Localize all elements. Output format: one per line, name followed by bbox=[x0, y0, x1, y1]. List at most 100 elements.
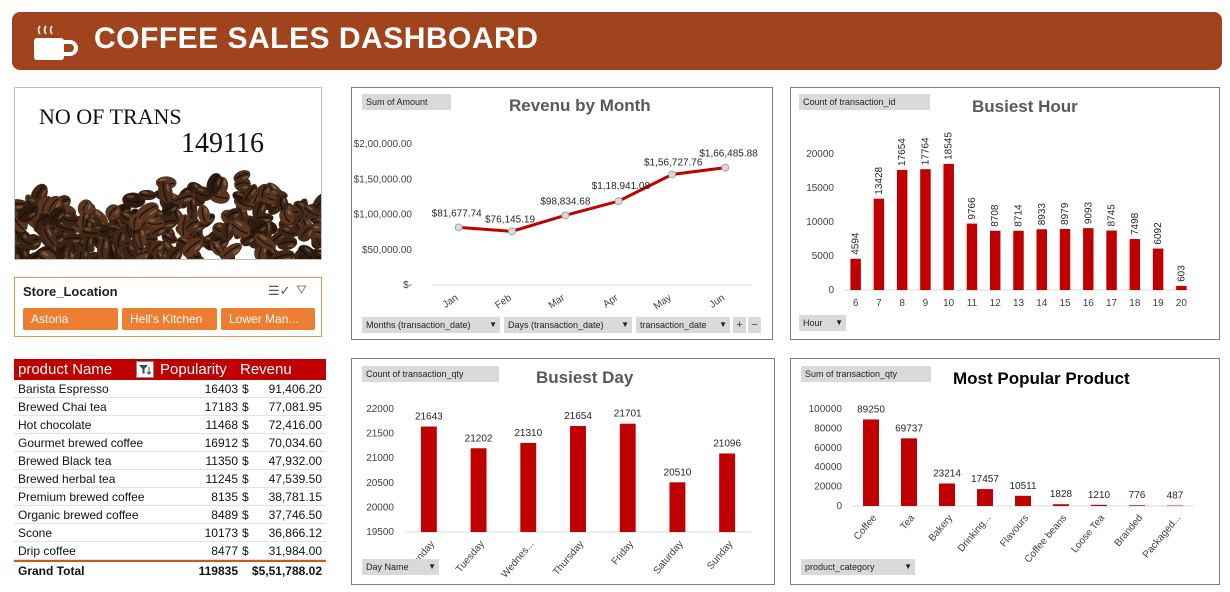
filter-product-category[interactable]: product_category ▼ bbox=[801, 559, 915, 575]
currency-symbol: $ bbox=[242, 418, 249, 432]
filter-dropdown-icon[interactable] bbox=[136, 361, 154, 378]
bar bbox=[1091, 504, 1107, 506]
header-product-name: product Name bbox=[18, 361, 113, 378]
x-tick-label: Bakery bbox=[927, 513, 955, 544]
slicer-title: Store_Location bbox=[23, 284, 118, 299]
bar bbox=[1176, 285, 1187, 290]
y-tick-label: 20500 bbox=[366, 478, 394, 489]
data-point bbox=[614, 197, 623, 206]
multi-select-icon[interactable]: ☰✓ bbox=[268, 283, 291, 299]
collapse-field-button[interactable]: − bbox=[748, 317, 761, 333]
x-tick-label: Tea bbox=[899, 513, 918, 533]
bar bbox=[873, 198, 885, 290]
header-popularity: Popularity bbox=[160, 361, 227, 378]
currency-symbol: $ bbox=[242, 436, 249, 450]
product-name: Brewed herbal tea bbox=[18, 472, 116, 486]
y-tick-label: 21500 bbox=[366, 429, 394, 440]
x-tick-label: 17 bbox=[1106, 298, 1118, 309]
y-tick-label: 100000 bbox=[809, 404, 843, 415]
hour-bar-plot: 0500010000150002000045946134287176548177… bbox=[806, 132, 1193, 309]
data-point bbox=[668, 170, 676, 179]
x-tick-label: 20 bbox=[1176, 298, 1188, 309]
filter-transaction-date[interactable]: transaction_date ▼ bbox=[636, 317, 730, 333]
clear-filter-icon[interactable]: ⛛ bbox=[296, 282, 307, 298]
y-tick-label: 10000 bbox=[806, 217, 834, 228]
slicer-item-hells-kitchen[interactable]: Hell's Kitchen bbox=[122, 308, 217, 330]
data-label: 69737 bbox=[895, 423, 923, 434]
revenue-value: 47,932.00 bbox=[268, 454, 322, 468]
x-tick-label: 16 bbox=[1083, 298, 1095, 309]
slicer-item-lower-manhattan[interactable]: Lower Man... bbox=[221, 308, 315, 330]
x-tick-label: 9 bbox=[923, 298, 929, 309]
y-tick-label: 0 bbox=[828, 285, 834, 296]
bar bbox=[863, 419, 879, 506]
x-tick-label: Coffee bbox=[852, 513, 880, 543]
data-label: 603 bbox=[1176, 265, 1187, 282]
revenue-value: 91,406.20 bbox=[268, 382, 322, 396]
bar bbox=[1129, 239, 1141, 290]
data-label: $1,18,941.08 bbox=[592, 181, 651, 192]
bar bbox=[470, 448, 487, 532]
expand-field-button[interactable]: + bbox=[733, 317, 746, 333]
filter-hour[interactable]: Hour ▼ bbox=[799, 315, 846, 331]
revenue-value: 72,416.00 bbox=[268, 418, 322, 432]
x-tick-label: Saturday bbox=[652, 539, 686, 577]
product-bar-plot: 0 20000 40000 60000 80000 100000 89250 Coffee 69… bbox=[809, 404, 1194, 565]
data-label: 13428 bbox=[874, 166, 885, 194]
y-tick-label: $1,00,000.00 bbox=[354, 210, 413, 221]
revenue-value: 77,081.95 bbox=[268, 400, 322, 414]
dashboard-header: COFFEE SALES DASHBOARD bbox=[12, 12, 1222, 70]
table-row: Drip coffee 8477 $31,984.00 bbox=[14, 542, 326, 560]
revenue-by-month-chart: Sum of Amount Revenu by Month $- $50,000.… bbox=[351, 87, 773, 340]
coffee-beans-image bbox=[15, 170, 321, 259]
y-tick-label: $2,00,000.00 bbox=[354, 139, 413, 150]
x-tick-label: 10 bbox=[943, 298, 955, 309]
transactions-kpi-card: NO OF TRANS 149116 bbox=[14, 87, 322, 260]
slicer-item-astoria[interactable]: Astoria bbox=[23, 308, 118, 330]
bar bbox=[570, 426, 586, 532]
x-tick-label: 7 bbox=[876, 298, 882, 309]
data-label: 8745 bbox=[1107, 204, 1118, 227]
filter-day-name[interactable]: Day Name ▼ bbox=[362, 559, 439, 575]
bar bbox=[1013, 230, 1024, 290]
y-tick-label: $50,000.00 bbox=[362, 245, 412, 256]
product-name: Brewed Chai tea bbox=[18, 400, 107, 414]
bar bbox=[1106, 230, 1117, 290]
product-pivot-table: product Name Popularity Revenu Barista E… bbox=[14, 359, 326, 578]
revenue-value: 38,781.15 bbox=[268, 490, 322, 504]
bar bbox=[669, 482, 686, 532]
filter-months-label: Months (transaction_date) bbox=[366, 320, 471, 330]
data-label: 7498 bbox=[1130, 212, 1141, 235]
table-row: Brewed herbal tea 11245 $47,539.50 bbox=[14, 470, 326, 488]
dropdown-arrow-icon: ▼ bbox=[489, 320, 497, 329]
filter-category-label: product_category bbox=[805, 562, 875, 572]
x-tick-label: 19 bbox=[1153, 298, 1165, 309]
y-tick-label: 5000 bbox=[812, 251, 835, 262]
x-tick-label: Jan bbox=[441, 292, 461, 310]
x-tick-label: May bbox=[652, 292, 674, 312]
bar bbox=[850, 258, 861, 290]
y-tick-label: 80000 bbox=[814, 423, 842, 434]
data-label: 21643 bbox=[415, 412, 443, 423]
filter-months[interactable]: Months (transaction_date) ▼ bbox=[362, 317, 500, 333]
currency-symbol: $ bbox=[242, 472, 249, 486]
product-name: Scone bbox=[18, 526, 53, 540]
product-name: Organic brewed coffee bbox=[18, 508, 139, 522]
dropdown-arrow-icon: ▼ bbox=[428, 562, 436, 571]
dropdown-arrow-icon: ▼ bbox=[621, 320, 629, 329]
y-tick-label: 19500 bbox=[366, 527, 394, 538]
x-tick-label: 11 bbox=[967, 298, 978, 309]
revenue-line-plot: $- $50,000.00 $1,00,000.00 $1,50,000.00 $2,0… bbox=[354, 139, 759, 312]
data-label: $1,56,727.76 bbox=[644, 158, 703, 169]
filter-hour-label: Hour bbox=[803, 318, 823, 328]
data-label: 8979 bbox=[1060, 202, 1071, 225]
filter-days[interactable]: Days (transaction_date) ▼ bbox=[504, 317, 632, 333]
table-row: Gourmet brewed coffee 16912 $70,034.60 bbox=[14, 434, 326, 452]
data-point bbox=[561, 211, 570, 220]
data-label: 17457 bbox=[971, 474, 999, 485]
dropdown-arrow-icon: ▼ bbox=[904, 562, 912, 571]
currency-symbol: $ bbox=[242, 382, 249, 396]
x-tick-label: 6 bbox=[853, 298, 859, 309]
currency-symbol: $ bbox=[242, 490, 249, 504]
x-tick-label: 14 bbox=[1036, 298, 1048, 309]
